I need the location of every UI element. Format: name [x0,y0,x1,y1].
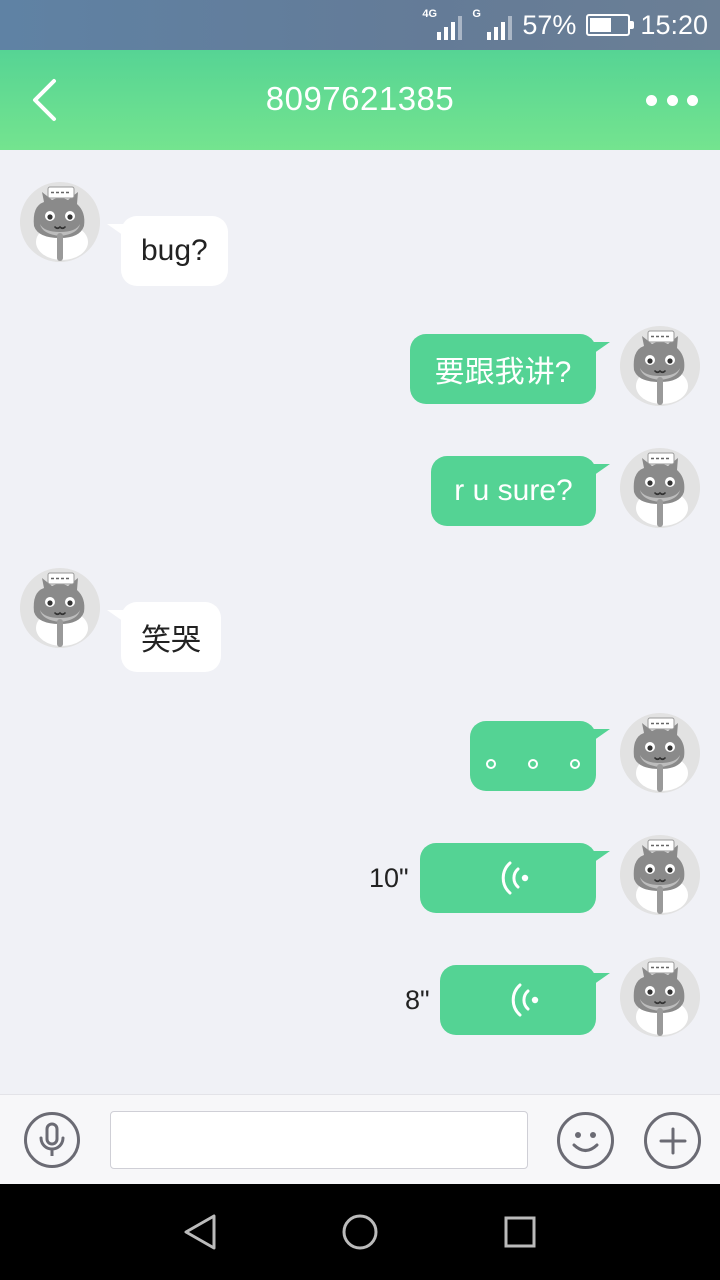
cat-avatar-icon [20,182,100,262]
message-bubble[interactable]: r u sure? [431,456,610,526]
message-bubble[interactable]: 要跟我讲? [410,334,610,404]
message-bubble[interactable]: bug? [107,216,228,286]
square-recents-icon [504,1216,536,1248]
message-outgoing: r u sure? [0,448,720,538]
message-text: bug? [141,234,208,267]
sound-wave-icon [511,983,539,1017]
message-incoming: bug? [0,182,720,292]
cat-avatar-icon [20,568,100,648]
triangle-back-icon [184,1214,216,1250]
network-type-label: 4G [422,8,438,20]
voice-bubble[interactable] [420,843,610,913]
my-avatar[interactable] [620,448,700,528]
contact-avatar[interactable] [20,182,100,262]
voice-message-outgoing: 10" [0,835,720,925]
emoji-button[interactable] [557,1112,614,1169]
message-text: r u sure? [454,474,573,507]
cat-avatar-icon [620,713,700,793]
voice-duration: 8" [405,985,430,1015]
smiley-icon [572,1132,599,1152]
message-outgoing [0,713,720,803]
status-bar: 4G G 57% 15:20 [0,0,720,50]
message-input[interactable] [110,1111,528,1169]
contact-title: 8097621385 [265,80,455,117]
my-avatar[interactable] [620,957,700,1037]
microphone-icon [39,1122,65,1156]
nav-back-button[interactable] [180,1212,220,1252]
cat-avatar-icon [620,326,700,406]
my-avatar[interactable] [620,713,700,793]
composer [0,1094,720,1184]
message-bubble[interactable]: 笑哭 [107,602,221,672]
cat-avatar-icon [620,957,700,1037]
status-icons: 4G G 57% 15:20 [422,0,708,50]
circle-home-icon [342,1214,378,1250]
battery-percent: 57% [522,9,577,40]
message-bubble[interactable] [470,721,610,791]
voice-bubble[interactable] [440,965,610,1035]
signal-g-icon: G [472,8,513,40]
message-text: 笑哭 [141,624,201,657]
message-text: 要跟我讲? [434,356,572,389]
chat-header: 8097621385 [0,50,720,150]
my-avatar[interactable] [620,326,700,406]
battery-icon [586,14,635,36]
cat-avatar-icon [620,448,700,528]
network-type-label: G [472,8,481,20]
voice-message-outgoing: 8" [0,957,720,1047]
sound-wave-icon [501,861,529,895]
nav-home-button[interactable] [340,1212,380,1252]
plus-icon [659,1127,686,1154]
message-incoming: 笑哭 [0,568,720,678]
clock: 15:20 [640,9,708,40]
message-outgoing: 要跟我讲? [0,326,720,416]
my-avatar[interactable] [620,835,700,915]
more-actions-button[interactable] [644,1112,701,1169]
ellipsis-icon [486,759,580,769]
nav-recents-button[interactable] [500,1212,540,1252]
voice-duration: 10" [369,863,409,893]
voice-input-button[interactable] [24,1112,80,1168]
more-button[interactable] [646,80,698,120]
message-list[interactable]: bug? 要跟我讲? r u sure? 笑哭 10" 8" [0,150,720,1094]
more-dot-icon [687,94,698,106]
signal-4g-icon: 4G [422,8,463,40]
system-nav-bar [0,1184,720,1280]
more-dot-icon [666,94,678,106]
more-dot-icon [646,94,657,106]
cat-avatar-icon [620,835,700,915]
contact-avatar[interactable] [20,568,100,648]
